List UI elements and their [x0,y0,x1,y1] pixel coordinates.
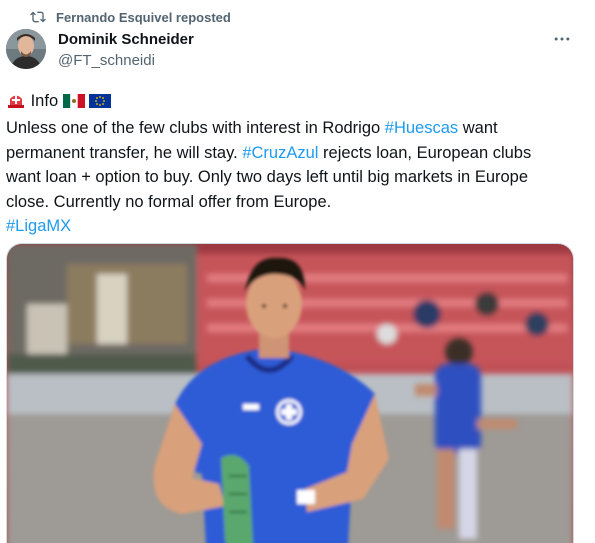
eu-flag-emoji [89,92,112,116]
tweet-text-segment: permanent transfer, he will stay. [6,143,243,162]
repost-text[interactable]: Fernando Esquivel reposted [56,10,231,25]
tweet-text-segment: Unless one of the few clubs with interes… [6,119,385,138]
siren-emoji [6,91,26,116]
author-handle[interactable]: @FT_schneidi [58,52,194,70]
avatar[interactable] [6,29,46,69]
hashtag-cruzazul-link[interactable]: #CruzAzul [242,144,318,162]
tweet-line-3: want loan + option to buy. Only two days… [6,168,529,187]
tweet-card[interactable]: Fernando Esquivel reposted Dominik Schne… [0,0,595,543]
author-info: Dominik Schneider @FT_schneidi [58,31,194,70]
author-name[interactable]: Dominik Schneider [58,31,194,49]
tweet-text-segment: want [458,119,498,138]
tweet-text: Info Unless one of the few clubs with in… [6,89,586,238]
hashtag-ligamx-link[interactable]: #LigaMX [6,217,71,235]
repost-icon [30,9,46,25]
repost-indicator[interactable]: Fernando Esquivel reposted [30,8,231,26]
info-line: Info [6,89,586,116]
tweet-line-5: #LigaMX [6,214,586,238]
tweet-text-segment: rejects loan, European clubs [318,143,532,162]
more-horizontal-icon [554,37,570,41]
football-player-photo [7,244,573,543]
tweet-line-4: close. Currently no formal offer from Eu… [6,192,332,211]
tweet-photo[interactable] [6,243,574,543]
info-label: Info [30,92,59,110]
tweet-line-1: Unless one of the few clubs with interes… [6,116,586,140]
tweet-line-2: permanent transfer, he will stay. #CruzA… [6,141,586,165]
mexico-flag-emoji [62,92,85,116]
hashtag-huescas-link[interactable]: #Huescas [385,119,458,137]
more-options-button[interactable] [548,28,576,50]
